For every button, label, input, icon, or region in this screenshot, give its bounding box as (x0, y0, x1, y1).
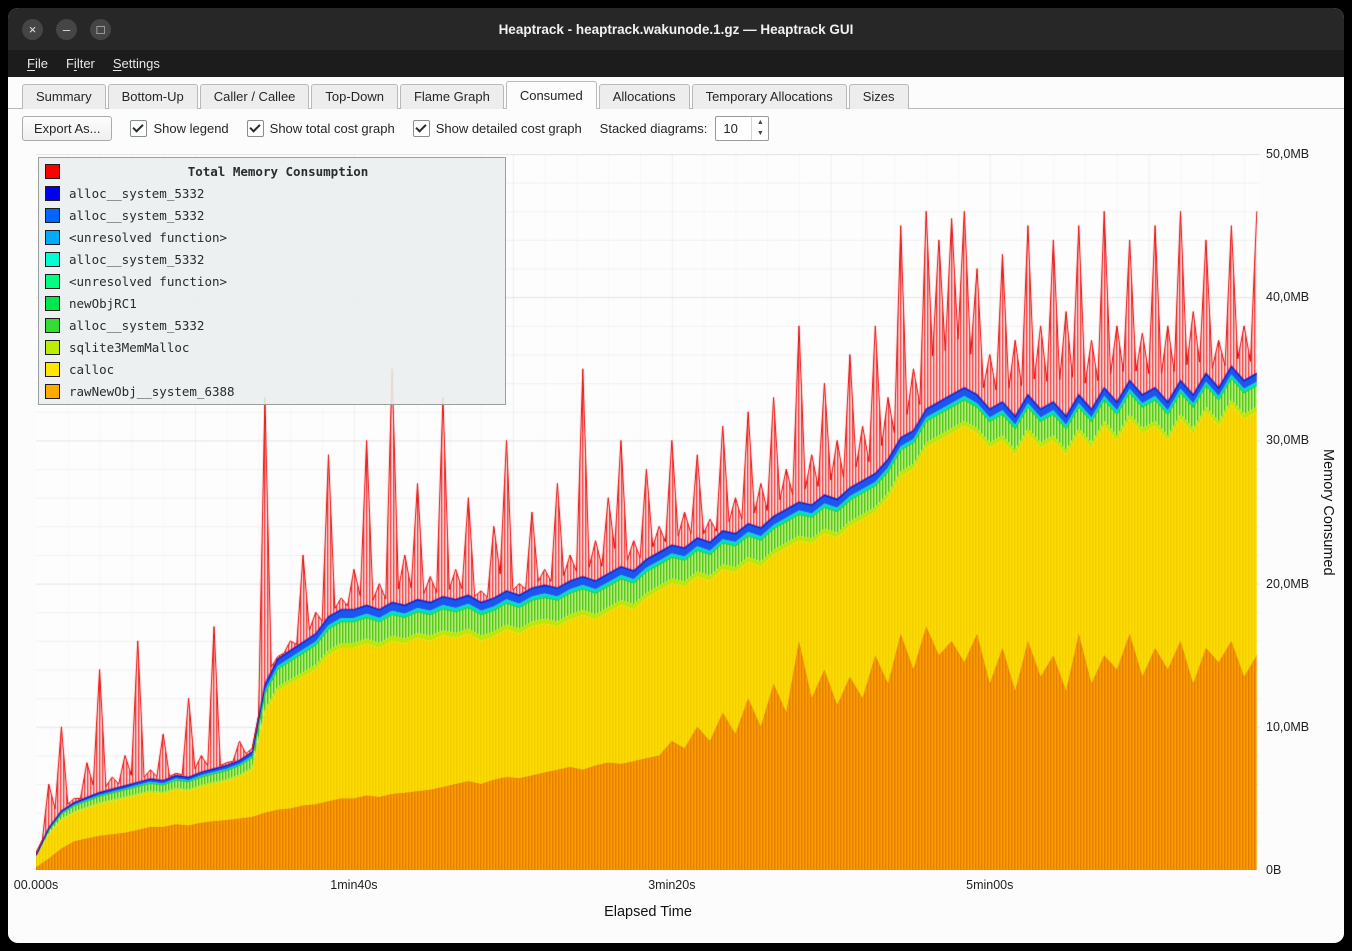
spinbox-up-arrow[interactable]: ▲ (752, 117, 768, 129)
checkbox-show-detailed-cost-graph[interactable]: Show detailed cost graph (413, 120, 582, 137)
legend-label: alloc__system_5332 (69, 208, 204, 223)
x-axis-tick-label: 00.000s (14, 878, 58, 892)
legend-color-swatch (45, 186, 60, 201)
legend-label: <unresolved function> (69, 274, 227, 289)
toolbar-checkboxes: Show legend Show total cost graph Show det… (130, 120, 581, 137)
legend-item: alloc__system_5332 (39, 182, 505, 204)
toolbar: Export As... Show legend Show total cost … (8, 109, 1344, 147)
legend-item: sqlite3MemMalloc (39, 336, 505, 358)
checkbox-show-total-cost-graph[interactable]: Show total cost graph (247, 120, 395, 137)
y-axis-tick-label: 0B (1266, 863, 1281, 877)
checkbox-label: Show detailed cost graph (436, 121, 582, 136)
app-window: × – □ Heaptrack - heaptrack.wakunode.1.g… (8, 8, 1344, 943)
spinbox-arrows: ▲ ▼ (751, 117, 768, 140)
y-axis-tick-label: 50,0MB (1266, 147, 1309, 161)
tab-allocations[interactable]: Allocations (599, 84, 690, 109)
close-button[interactable]: × (22, 19, 43, 40)
legend-label: alloc__system_5332 (69, 186, 204, 201)
x-axis-tick-label: 5min00s (966, 878, 1013, 892)
legend-color-swatch (45, 318, 60, 333)
tab-temporary-allocations[interactable]: Temporary Allocations (692, 84, 847, 109)
stacked-diagrams-spinbox[interactable]: 10 ▲ ▼ (715, 116, 769, 141)
window-title: Heaptrack - heaptrack.wakunode.1.gz — He… (8, 22, 1344, 37)
x-axis-tick-label: 1min40s (330, 878, 377, 892)
legend-item: <unresolved function> (39, 226, 505, 248)
y-axis-tick-label: 20,0MB (1266, 577, 1309, 591)
checkbox-box-icon[interactable] (130, 120, 147, 137)
maximize-icon: □ (97, 23, 105, 36)
legend-item: alloc__system_5332 (39, 248, 505, 270)
legend-label: alloc__system_5332 (69, 318, 204, 333)
legend-color-swatch (45, 340, 60, 355)
menu-filter[interactable]: Filter (57, 52, 104, 75)
checkbox-box-icon[interactable] (413, 120, 430, 137)
minimize-icon: – (63, 23, 70, 36)
legend-label: newObjRC1 (69, 296, 137, 311)
legend-item: newObjRC1 (39, 292, 505, 314)
legend-color-swatch (45, 384, 60, 399)
tab-consumed[interactable]: Consumed (506, 81, 597, 109)
checkbox-label: Show legend (153, 121, 228, 136)
legend-item: calloc (39, 358, 505, 380)
spinbox-down-arrow[interactable]: ▼ (752, 128, 768, 140)
legend-color-swatch (45, 252, 60, 267)
y-axis-tick-label: 40,0MB (1266, 290, 1309, 304)
legend-label: rawNewObj__system_6388 (69, 384, 235, 399)
checkbox-box-icon[interactable] (247, 120, 264, 137)
chart-legend: Total Memory Consumptionalloc__system_53… (38, 157, 506, 405)
legend-color-swatch (45, 230, 60, 245)
legend-label: <unresolved function> (69, 230, 227, 245)
y-axis-tick-label: 30,0MB (1266, 433, 1309, 447)
titlebar: × – □ Heaptrack - heaptrack.wakunode.1.g… (8, 8, 1344, 50)
chart-area: Total Memory Consumption alloc__system_53… (8, 147, 1344, 939)
legend-color-swatch (45, 208, 60, 223)
legend-label: sqlite3MemMalloc (69, 340, 189, 355)
y-axis-label: Memory Consumed (1320, 154, 1336, 870)
legend-title-row: Total Memory Consumption (39, 160, 517, 182)
tab-bar: SummaryBottom-UpCaller / CalleeTop-DownF… (8, 77, 1344, 109)
legend-item: rawNewObj__system_6388 (39, 380, 505, 402)
spinbox-value: 10 (716, 117, 751, 140)
legend-label: calloc (69, 362, 114, 377)
export-as-button[interactable]: Export As... (22, 116, 112, 141)
menu-settings[interactable]: Settings (104, 52, 169, 75)
legend-color-swatch (45, 296, 60, 311)
window-controls: × – □ (22, 8, 111, 50)
menu-file[interactable]: File (18, 52, 57, 75)
stacked-diagrams-label: Stacked diagrams: (600, 121, 708, 136)
tab-top-down[interactable]: Top-Down (311, 84, 398, 109)
checkbox-show-legend[interactable]: Show legend (130, 120, 228, 137)
menubar: FileFilterSettings (8, 50, 1344, 77)
tab-summary[interactable]: Summary (22, 84, 106, 109)
tab-bottom-up[interactable]: Bottom-Up (108, 84, 198, 109)
legend-label: Total Memory Consumption (39, 164, 517, 179)
tab-flame-graph[interactable]: Flame Graph (400, 84, 504, 109)
checkbox-label: Show total cost graph (270, 121, 395, 136)
tab-sizes[interactable]: Sizes (849, 84, 909, 109)
tab-caller-callee[interactable]: Caller / Callee (200, 84, 310, 109)
x-axis-tick-label: 3min20s (648, 878, 695, 892)
legend-item: <unresolved function> (39, 270, 505, 292)
legend-color-swatch (45, 274, 60, 289)
y-axis-tick-label: 10,0MB (1266, 720, 1309, 734)
close-icon: × (29, 23, 37, 36)
legend-item: alloc__system_5332 (39, 314, 505, 336)
x-axis-label: Elapsed Time (36, 904, 1260, 920)
maximize-button[interactable]: □ (90, 19, 111, 40)
minimize-button[interactable]: – (56, 19, 77, 40)
legend-color-swatch (45, 362, 60, 377)
legend-item: alloc__system_5332 (39, 204, 505, 226)
legend-label: alloc__system_5332 (69, 252, 204, 267)
